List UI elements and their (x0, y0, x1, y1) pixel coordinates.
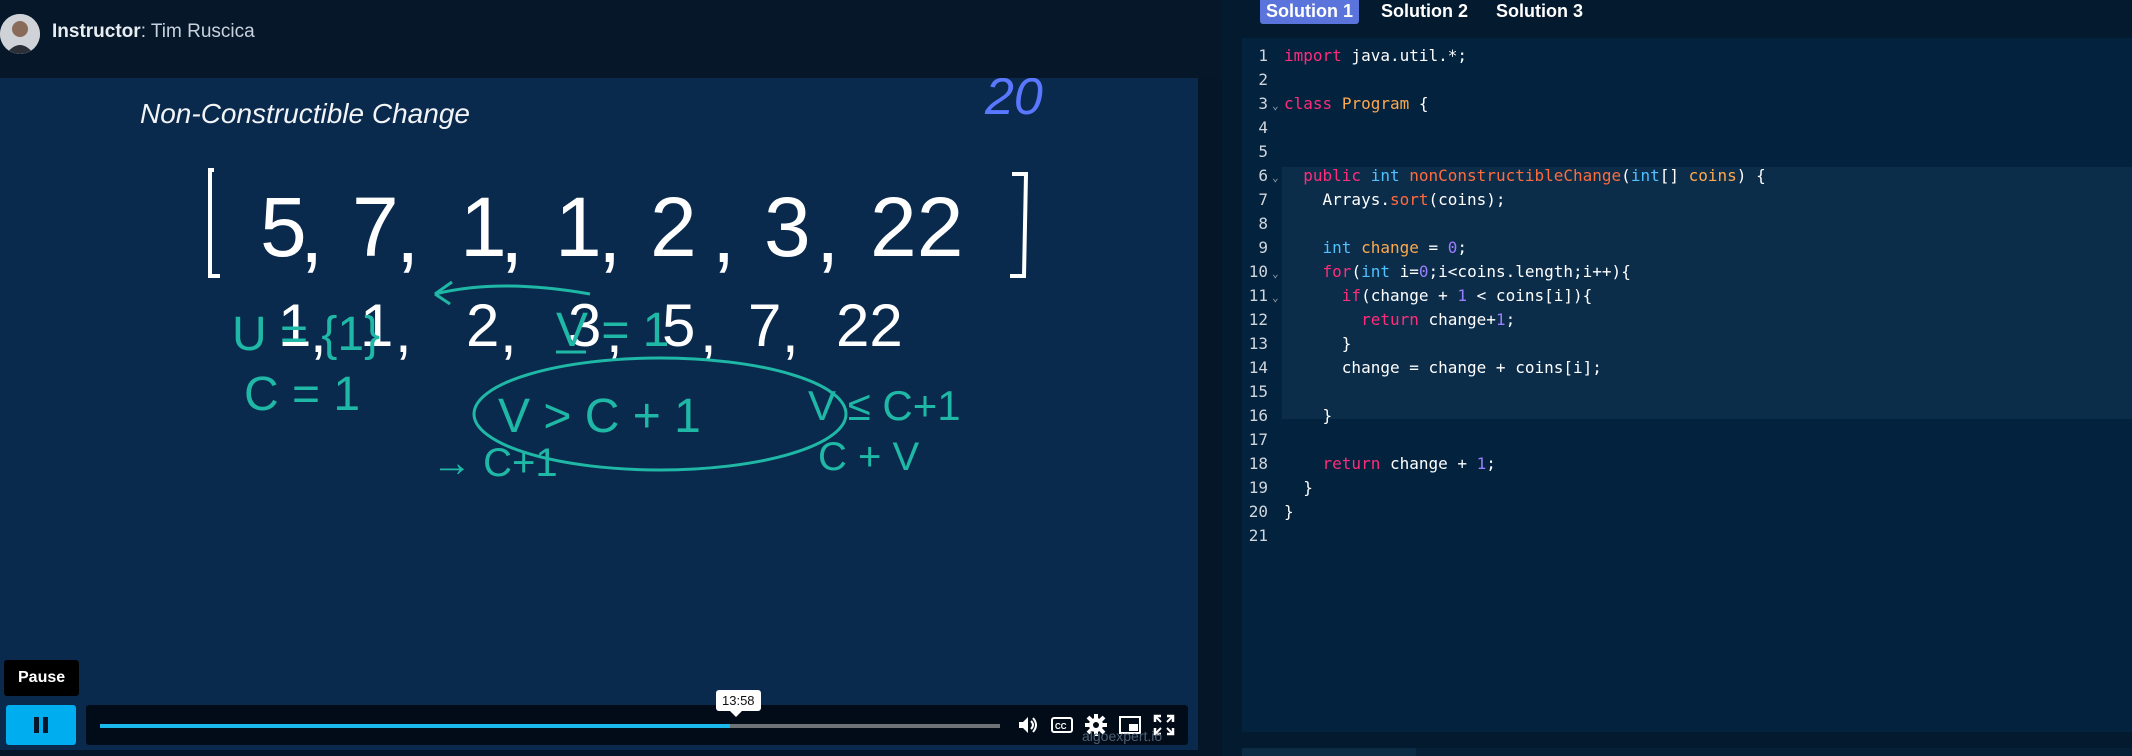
line-number: 7 (1258, 190, 1268, 209)
tab-solution-3[interactable]: Solution 3 (1490, 0, 1589, 24)
array-top-item: 1 (555, 180, 602, 274)
array-top-comma: , (396, 186, 419, 280)
fold-arrow-icon[interactable]: ⌄ (1272, 94, 1279, 118)
fold-arrow-icon[interactable]: ⌄ (1272, 262, 1279, 286)
code-text: return change+1; (1361, 310, 1516, 329)
solution-panel: Solution 1 Solution 2 Solution 3 1 import… (1222, 0, 2132, 756)
array-top-comma: , (598, 186, 621, 280)
instructor-label-key: Instructor (52, 21, 141, 42)
whiteboard-drawing: 20 5 , 7 , 1 , 1 , 2 , 3 , 22 1 , 1 , 2 … (208, 78, 1043, 485)
line-number: 6 (1258, 166, 1268, 185)
bracket-right (1010, 172, 1029, 278)
video-controls: 13:58 CC (86, 690, 1188, 745)
pause-icon (34, 717, 48, 733)
array-sorted-item: 2 (466, 292, 499, 359)
line-number: 1 (1258, 46, 1268, 65)
code-editor[interactable]: 1 import java.util.*; 2 3 ⌄ class Program {4 5… (1242, 38, 2132, 732)
watermark: algoexpert.io (1082, 728, 1163, 744)
array-sorted-comma: , (500, 298, 517, 365)
instructor-label: Instructor: Tim Ruscica (52, 21, 255, 43)
code-text: } (1284, 478, 1313, 497)
array-sorted-comma: , (782, 298, 799, 365)
line-number: 9 (1258, 238, 1268, 257)
line-number: 19 (1248, 478, 1268, 497)
array-top-comma: , (712, 186, 735, 280)
code-text: int change = 0; (1322, 238, 1468, 257)
line-number: 5 (1258, 142, 1268, 161)
pause-tooltip: Pause (4, 660, 80, 696)
note-u-set: U = {1} (232, 308, 380, 361)
line-number: 13 (1248, 334, 1268, 353)
line-number: 10 (1248, 262, 1268, 281)
array-top: 5 , 7 , 1 , 1 , 2 , 3 , 22 (260, 180, 963, 280)
instructor-name: : Tim Ruscica (140, 21, 255, 42)
code-text: import java.util.*; (1284, 46, 1468, 65)
line-number: 3 (1258, 94, 1268, 113)
bottom-bar-tab[interactable] (1242, 748, 1416, 756)
video-player[interactable]: Non-Constructible Change 20 5 , 7 , 1 , … (0, 78, 1198, 750)
note-inequality: V > C + 1 (498, 390, 701, 443)
line-number: 2 (1258, 70, 1268, 89)
array-sorted-item: 7 (748, 292, 781, 359)
line-number: 18 (1248, 454, 1268, 473)
volume-icon[interactable] (1016, 713, 1040, 737)
svg-text:CC: CC (1055, 722, 1067, 731)
bottom-bar (1242, 748, 2132, 756)
code-text: for(int i=0;i<coins.length;i++){ (1322, 262, 1631, 281)
note-leq: V ≤ C+1 (808, 382, 961, 429)
line-number: 4 (1258, 118, 1268, 137)
tab-solution-1[interactable]: Solution 1 (1260, 0, 1359, 24)
code-text: } (1284, 406, 1333, 425)
line-number: 12 (1248, 310, 1268, 329)
code-text: public int nonConstructibleChange(int[] … (1303, 166, 1766, 185)
code-text: change = change + coins[i]; (1284, 358, 1602, 377)
array-top-item: 22 (870, 180, 963, 274)
fold-arrow-icon[interactable]: ⌄ (1272, 166, 1279, 190)
bracket-left (208, 168, 220, 278)
pause-button[interactable] (6, 705, 76, 745)
code-text: Arrays.sort(coins); (1284, 190, 1506, 209)
solution-tabs: Solution 1 Solution 2 Solution 3 (1260, 0, 1605, 24)
line-number: 20 (1248, 502, 1268, 521)
captions-icon[interactable]: CC (1050, 713, 1074, 737)
instructor-bar: Instructor: Tim Ruscica (0, 0, 1222, 78)
array-sorted-comma: , (700, 298, 717, 365)
note-c-plus-v: C + V (818, 435, 919, 479)
line-number: 8 (1258, 214, 1268, 233)
avatar (0, 14, 40, 54)
array-top-comma: , (300, 186, 323, 280)
fold-arrow-icon[interactable]: ⌄ (1272, 286, 1279, 310)
array-top-item: 2 (650, 180, 697, 274)
code-text: class Program { (1284, 94, 1429, 113)
arrow-curve (434, 284, 591, 296)
code-text: if(change + 1 < coins[i]){ (1341, 286, 1593, 305)
code-text: } (1284, 334, 1352, 353)
array-sorted-comma: , (395, 298, 412, 365)
code-text: return change + 1; (1322, 454, 1496, 473)
progress-fill (100, 724, 730, 728)
line-number: 14 (1248, 358, 1268, 377)
line-number: 21 (1248, 526, 1268, 545)
line-number: 17 (1248, 430, 1268, 449)
note-c-plus-1: → C+1 (432, 441, 558, 485)
array-sorted-item: 22 (836, 292, 903, 359)
line-number: 15 (1248, 382, 1268, 401)
array-top-comma: , (500, 186, 523, 280)
progress-bar[interactable]: 13:58 (100, 690, 1000, 728)
array-top-item: 7 (352, 180, 399, 274)
array-top-comma: , (816, 186, 839, 280)
counter-number: 20 (984, 78, 1043, 126)
array-top-item: 3 (764, 180, 811, 274)
note-c-eq: C = 1 (244, 368, 360, 421)
line-number: 16 (1248, 406, 1268, 425)
time-tooltip: 13:58 (716, 690, 761, 717)
line-number: 11 (1248, 286, 1268, 305)
note-v-eq: V = 1 (556, 304, 669, 357)
tab-solution-2[interactable]: Solution 2 (1375, 0, 1474, 24)
instructor-photo-icon (0, 14, 40, 54)
code-text: } (1284, 502, 1294, 521)
